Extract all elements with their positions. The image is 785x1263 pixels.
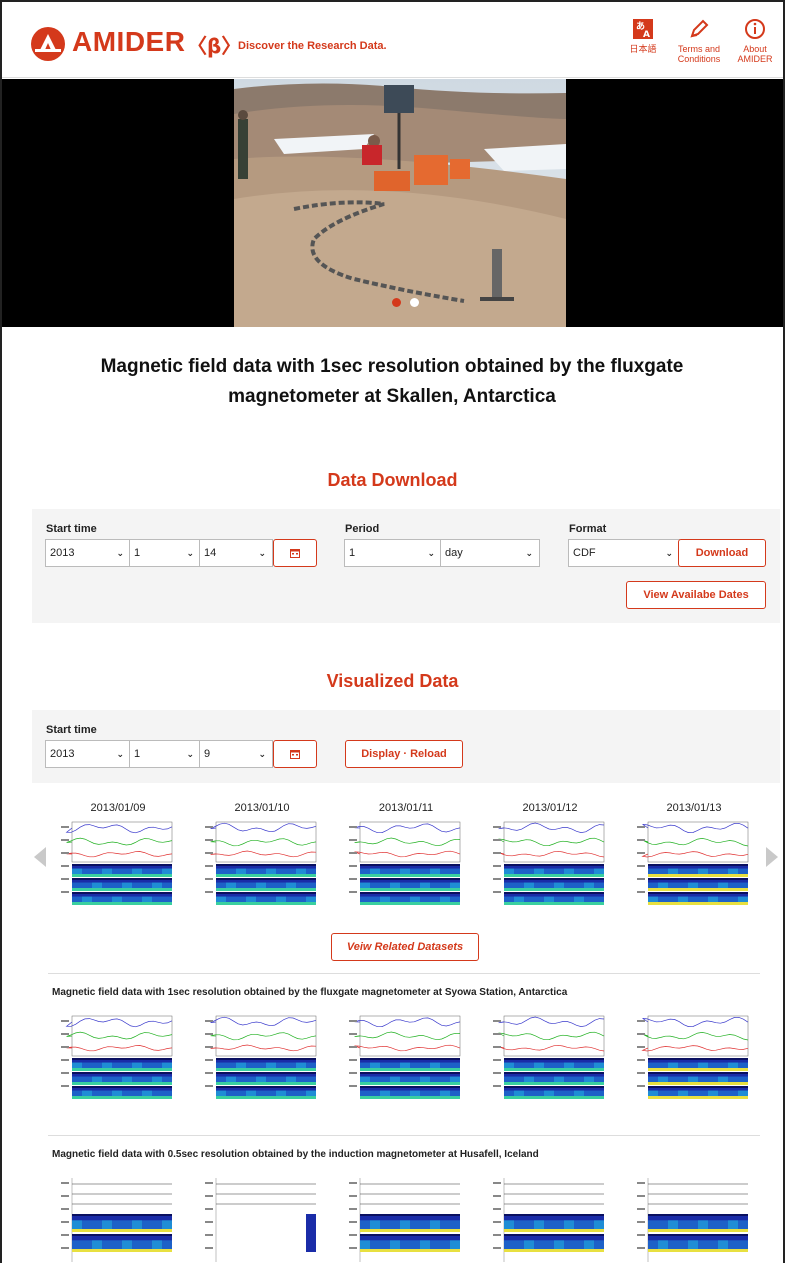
hero-carousel[interactable] (2, 79, 783, 327)
period-label: Period (345, 523, 380, 535)
site-header: AMIDER 〈β〉 Discover the Research Data. あ… (2, 2, 783, 78)
svg-text:A: A (643, 30, 650, 40)
vis-day-select[interactable]: 9 ⌄ (199, 740, 273, 768)
download-month-select[interactable]: 1 ⌄ (129, 539, 201, 567)
pencil-icon (690, 19, 709, 38)
hero-photo (234, 79, 566, 327)
calendar-icon (290, 549, 300, 558)
tagline: Discover the Research Data. (238, 40, 387, 52)
vis-month-value: 1 (134, 748, 141, 760)
download-button[interactable]: Download (678, 539, 766, 567)
thumb-date-2: 2013/01/10 (234, 802, 290, 814)
vis-year-value: 2013 (50, 748, 75, 760)
format-label: Format (569, 523, 607, 535)
about-label: About AMIDER (737, 44, 773, 64)
visualized-panel: Start time 2013 ⌄ 1 ⌄ 9 ⌄ Display · Reload (32, 710, 780, 783)
plot-thumbnail[interactable] (634, 1012, 758, 1104)
download-year-select[interactable]: 2013 ⌄ (45, 539, 131, 567)
chevron-down-icon: ⌄ (186, 548, 194, 558)
amider-logo-icon[interactable] (30, 26, 66, 62)
chevron-down-icon: ⌄ (186, 749, 194, 759)
thumb-date-4: 2013/01/12 (522, 802, 578, 814)
language-icon: あ A (633, 19, 653, 40)
download-year-value: 2013 (50, 547, 75, 559)
plot-thumbnail[interactable] (490, 1174, 614, 1263)
plot-thumbnail[interactable] (202, 818, 326, 910)
plot-thumbnail[interactable] (634, 818, 758, 910)
period-unit: day (445, 547, 463, 559)
chevron-down-icon: ⌄ (116, 749, 124, 759)
download-day-value: 14 (204, 547, 217, 559)
start-time-label: Start time (46, 523, 97, 535)
chevron-down-icon: ⌄ (427, 548, 435, 558)
download-month-value: 1 (134, 547, 141, 559)
vis-day-value: 9 (204, 748, 211, 760)
period-value-select[interactable]: 1 ⌄ (344, 539, 442, 567)
plot-thumbnail[interactable] (346, 818, 470, 910)
plot-thumbnail[interactable] (346, 1012, 470, 1104)
thumb-date-5: 2013/01/13 (666, 802, 722, 814)
beta-badge: 〈β〉 (187, 34, 242, 58)
vis-start-time-label: Start time (46, 724, 97, 736)
download-panel: Start time 2013 ⌄ 1 ⌄ 14 ⌄ Period 1 ⌄ day ⌄ F… (32, 509, 780, 623)
vis-month-select[interactable]: 1 ⌄ (129, 740, 201, 768)
divider (48, 973, 760, 974)
format-select[interactable]: CDF ⌄ (568, 539, 680, 567)
info-icon (745, 19, 765, 39)
vis-year-select[interactable]: 2013 ⌄ (45, 740, 131, 768)
format-value: CDF (573, 547, 596, 559)
page-frame: AMIDER 〈β〉 Discover the Research Data. あ… (0, 0, 785, 1263)
about-link[interactable]: About AMIDER (730, 18, 780, 64)
brand-name[interactable]: AMIDER (72, 26, 185, 58)
carousel-dot-2[interactable] (410, 298, 419, 307)
language-link[interactable]: あ A 日本語 (618, 18, 668, 54)
plot-thumbnail[interactable] (490, 1012, 614, 1104)
carousel-prev-arrow-icon[interactable] (34, 847, 46, 867)
terms-label: Terms and Conditions (677, 44, 721, 64)
plot-thumbnail[interactable] (490, 818, 614, 910)
plot-thumbnail[interactable] (58, 1174, 182, 1263)
chevron-down-icon: ⌄ (116, 548, 124, 558)
period-value: 1 (349, 547, 356, 559)
thumb-date-1: 2013/01/09 (90, 802, 146, 814)
plot-thumbnail[interactable] (346, 1174, 470, 1263)
chevron-down-icon: ⌄ (258, 749, 266, 759)
plot-thumbnail[interactable] (202, 1174, 326, 1263)
view-related-datasets-button[interactable]: Veiw Related Datasets (331, 933, 479, 961)
visualized-data-heading: Visualized Data (326, 671, 459, 691)
data-download-heading: Data Download (327, 470, 458, 490)
plot-thumbnail[interactable] (58, 1012, 182, 1104)
display-reload-button[interactable]: Display · Reload (345, 740, 463, 768)
chevron-down-icon: ⌄ (258, 548, 266, 558)
page-title: Magnetic field data with 1sec resolution… (100, 356, 684, 407)
download-calendar-button[interactable] (273, 539, 317, 567)
carousel-dot-1[interactable] (392, 298, 401, 307)
language-label: 日本語 (629, 44, 657, 54)
related-dataset-title-2[interactable]: Magnetic field data with 0.5sec resoluti… (52, 1149, 539, 1160)
thumb-date-3: 2013/01/11 (378, 802, 434, 814)
calendar-icon (290, 750, 300, 759)
divider (48, 1135, 760, 1136)
vis-calendar-button[interactable] (273, 740, 317, 768)
download-day-select[interactable]: 14 ⌄ (199, 539, 273, 567)
chevron-down-icon: ⌄ (665, 548, 673, 558)
plot-thumbnail[interactable] (634, 1174, 758, 1263)
plot-thumbnail[interactable] (58, 818, 182, 910)
carousel-next-arrow-icon[interactable] (766, 847, 778, 867)
related-dataset-title-1[interactable]: Magnetic field data with 1sec resolution… (52, 987, 567, 998)
terms-link[interactable]: Terms and Conditions (674, 18, 724, 64)
plot-thumbnail[interactable] (202, 1012, 326, 1104)
period-unit-select[interactable]: day ⌄ (440, 539, 540, 567)
view-available-dates-button[interactable]: View Availabe Dates (626, 581, 766, 609)
chevron-down-icon: ⌄ (525, 548, 533, 558)
